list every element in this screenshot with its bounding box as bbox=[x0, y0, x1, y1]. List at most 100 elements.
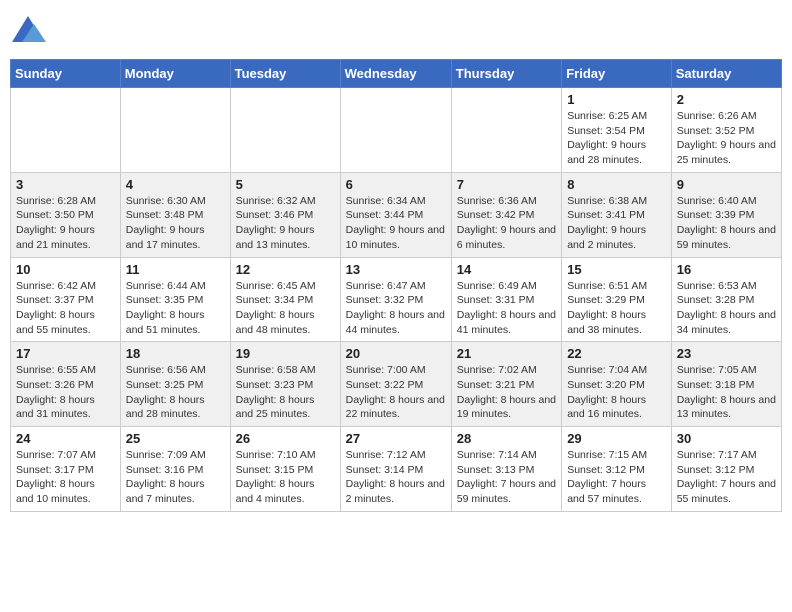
calendar-cell bbox=[230, 88, 340, 173]
day-number: 24 bbox=[16, 431, 115, 446]
calendar-cell: 26 Sunrise: 7:10 AMSunset: 3:15 PMDayligh… bbox=[230, 427, 340, 512]
day-info: Sunrise: 6:34 AMSunset: 3:44 PMDaylight:… bbox=[346, 194, 446, 253]
calendar-cell: 17 Sunrise: 6:55 AMSunset: 3:26 PMDayligh… bbox=[11, 342, 121, 427]
day-number: 27 bbox=[346, 431, 446, 446]
day-info: Sunrise: 6:38 AMSunset: 3:41 PMDaylight:… bbox=[567, 194, 666, 253]
calendar-cell bbox=[11, 88, 121, 173]
calendar-cell: 15 Sunrise: 6:51 AMSunset: 3:29 PMDayligh… bbox=[562, 257, 672, 342]
day-info: Sunrise: 7:07 AMSunset: 3:17 PMDaylight:… bbox=[16, 448, 115, 507]
day-info: Sunrise: 7:15 AMSunset: 3:12 PMDaylight:… bbox=[567, 448, 666, 507]
day-number: 1 bbox=[567, 92, 666, 107]
day-number: 23 bbox=[677, 346, 776, 361]
day-info: Sunrise: 7:10 AMSunset: 3:15 PMDaylight:… bbox=[236, 448, 335, 507]
calendar-cell: 7Sunrise: 6:36 AMSunset: 3:42 PMDaylight… bbox=[451, 172, 561, 257]
calendar-cell: 1 Sunrise: 6:25 AMSunset: 3:54 PMDaylight… bbox=[562, 88, 672, 173]
day-info: Sunrise: 6:47 AMSunset: 3:32 PMDaylight:… bbox=[346, 279, 446, 338]
day-number: 7 bbox=[457, 177, 556, 192]
calendar-cell: 22 Sunrise: 7:04 AMSunset: 3:20 PMDayligh… bbox=[562, 342, 672, 427]
calendar-cell: 4 Sunrise: 6:30 AMSunset: 3:48 PMDaylight… bbox=[120, 172, 230, 257]
calendar-cell: 13 Sunrise: 6:47 AMSunset: 3:32 PMDayligh… bbox=[340, 257, 451, 342]
calendar-cell: 5Sunrise: 6:32 AMSunset: 3:46 PMDaylight… bbox=[230, 172, 340, 257]
calendar: SundayMondayTuesdayWednesdayThursdayFrid… bbox=[10, 59, 782, 512]
day-info: Sunrise: 7:02 AMSunset: 3:21 PMDaylight:… bbox=[457, 363, 556, 422]
day-info: Sunrise: 7:04 AMSunset: 3:20 PMDaylight:… bbox=[567, 363, 666, 422]
day-number: 25 bbox=[126, 431, 225, 446]
day-number: 21 bbox=[457, 346, 556, 361]
calendar-week-row: 24 Sunrise: 7:07 AMSunset: 3:17 PMDayligh… bbox=[11, 427, 782, 512]
day-number: 2 bbox=[677, 92, 776, 107]
day-info: Sunrise: 6:44 AMSunset: 3:35 PMDaylight:… bbox=[126, 279, 225, 338]
day-info: Sunrise: 6:30 AMSunset: 3:48 PMDaylight:… bbox=[126, 194, 225, 253]
day-number: 4 bbox=[126, 177, 225, 192]
day-info: Sunrise: 6:40 AMSunset: 3:39 PMDaylight:… bbox=[677, 194, 776, 253]
day-number: 30 bbox=[677, 431, 776, 446]
day-number: 26 bbox=[236, 431, 335, 446]
header bbox=[10, 10, 782, 51]
day-number: 18 bbox=[126, 346, 225, 361]
weekday-header-saturday: Saturday bbox=[671, 60, 781, 88]
day-number: 28 bbox=[457, 431, 556, 446]
day-number: 22 bbox=[567, 346, 666, 361]
day-info: Sunrise: 7:17 AMSunset: 3:12 PMDaylight:… bbox=[677, 448, 776, 507]
calendar-cell bbox=[340, 88, 451, 173]
day-info: Sunrise: 6:25 AMSunset: 3:54 PMDaylight:… bbox=[567, 109, 666, 168]
calendar-cell: 25 Sunrise: 7:09 AMSunset: 3:16 PMDayligh… bbox=[120, 427, 230, 512]
calendar-week-row: 17 Sunrise: 6:55 AMSunset: 3:26 PMDayligh… bbox=[11, 342, 782, 427]
day-number: 11 bbox=[126, 262, 225, 277]
day-number: 15 bbox=[567, 262, 666, 277]
calendar-cell bbox=[451, 88, 561, 173]
day-number: 12 bbox=[236, 262, 335, 277]
calendar-cell: 6 Sunrise: 6:34 AMSunset: 3:44 PMDaylight… bbox=[340, 172, 451, 257]
day-info: Sunrise: 6:53 AMSunset: 3:28 PMDaylight:… bbox=[677, 279, 776, 338]
calendar-cell: 30 Sunrise: 7:17 AMSunset: 3:12 PMDayligh… bbox=[671, 427, 781, 512]
calendar-week-row: 1 Sunrise: 6:25 AMSunset: 3:54 PMDaylight… bbox=[11, 88, 782, 173]
calendar-week-row: 3Sunrise: 6:28 AMSunset: 3:50 PMDaylight… bbox=[11, 172, 782, 257]
day-info: Sunrise: 6:26 AMSunset: 3:52 PMDaylight:… bbox=[677, 109, 776, 168]
day-info: Sunrise: 7:00 AMSunset: 3:22 PMDaylight:… bbox=[346, 363, 446, 422]
day-info: Sunrise: 7:14 AMSunset: 3:13 PMDaylight:… bbox=[457, 448, 556, 507]
day-number: 14 bbox=[457, 262, 556, 277]
calendar-cell: 16 Sunrise: 6:53 AMSunset: 3:28 PMDayligh… bbox=[671, 257, 781, 342]
day-number: 17 bbox=[16, 346, 115, 361]
calendar-cell: 20 Sunrise: 7:00 AMSunset: 3:22 PMDayligh… bbox=[340, 342, 451, 427]
calendar-cell bbox=[120, 88, 230, 173]
calendar-cell: 8 Sunrise: 6:38 AMSunset: 3:41 PMDaylight… bbox=[562, 172, 672, 257]
weekday-header-monday: Monday bbox=[120, 60, 230, 88]
day-info: Sunrise: 6:55 AMSunset: 3:26 PMDaylight:… bbox=[16, 363, 115, 422]
day-info: Sunrise: 6:56 AMSunset: 3:25 PMDaylight:… bbox=[126, 363, 225, 422]
calendar-cell: 28 Sunrise: 7:14 AMSunset: 3:13 PMDayligh… bbox=[451, 427, 561, 512]
day-number: 13 bbox=[346, 262, 446, 277]
logo-icon bbox=[10, 14, 46, 51]
calendar-cell: 3Sunrise: 6:28 AMSunset: 3:50 PMDaylight… bbox=[11, 172, 121, 257]
day-info: Sunrise: 7:05 AMSunset: 3:18 PMDaylight:… bbox=[677, 363, 776, 422]
day-number: 19 bbox=[236, 346, 335, 361]
weekday-header-friday: Friday bbox=[562, 60, 672, 88]
day-number: 20 bbox=[346, 346, 446, 361]
weekday-header-wednesday: Wednesday bbox=[340, 60, 451, 88]
day-info: Sunrise: 6:58 AMSunset: 3:23 PMDaylight:… bbox=[236, 363, 335, 422]
day-info: Sunrise: 6:49 AMSunset: 3:31 PMDaylight:… bbox=[457, 279, 556, 338]
day-number: 9 bbox=[677, 177, 776, 192]
day-number: 29 bbox=[567, 431, 666, 446]
day-number: 6 bbox=[346, 177, 446, 192]
weekday-header-sunday: Sunday bbox=[11, 60, 121, 88]
day-number: 8 bbox=[567, 177, 666, 192]
day-number: 5 bbox=[236, 177, 335, 192]
day-number: 3 bbox=[16, 177, 115, 192]
calendar-cell: 9 Sunrise: 6:40 AMSunset: 3:39 PMDaylight… bbox=[671, 172, 781, 257]
day-info: Sunrise: 7:09 AMSunset: 3:16 PMDaylight:… bbox=[126, 448, 225, 507]
calendar-cell: 19 Sunrise: 6:58 AMSunset: 3:23 PMDayligh… bbox=[230, 342, 340, 427]
day-number: 16 bbox=[677, 262, 776, 277]
day-info: Sunrise: 6:51 AMSunset: 3:29 PMDaylight:… bbox=[567, 279, 666, 338]
calendar-header-row: SundayMondayTuesdayWednesdayThursdayFrid… bbox=[11, 60, 782, 88]
day-number: 10 bbox=[16, 262, 115, 277]
calendar-cell: 29 Sunrise: 7:15 AMSunset: 3:12 PMDayligh… bbox=[562, 427, 672, 512]
calendar-cell: 14 Sunrise: 6:49 AMSunset: 3:31 PMDayligh… bbox=[451, 257, 561, 342]
calendar-cell: 23 Sunrise: 7:05 AMSunset: 3:18 PMDayligh… bbox=[671, 342, 781, 427]
day-info: Sunrise: 7:12 AMSunset: 3:14 PMDaylight:… bbox=[346, 448, 446, 507]
calendar-week-row: 10Sunrise: 6:42 AMSunset: 3:37 PMDayligh… bbox=[11, 257, 782, 342]
calendar-cell: 27 Sunrise: 7:12 AMSunset: 3:14 PMDayligh… bbox=[340, 427, 451, 512]
weekday-header-tuesday: Tuesday bbox=[230, 60, 340, 88]
logo bbox=[10, 14, 50, 51]
calendar-cell: 11 Sunrise: 6:44 AMSunset: 3:35 PMDayligh… bbox=[120, 257, 230, 342]
